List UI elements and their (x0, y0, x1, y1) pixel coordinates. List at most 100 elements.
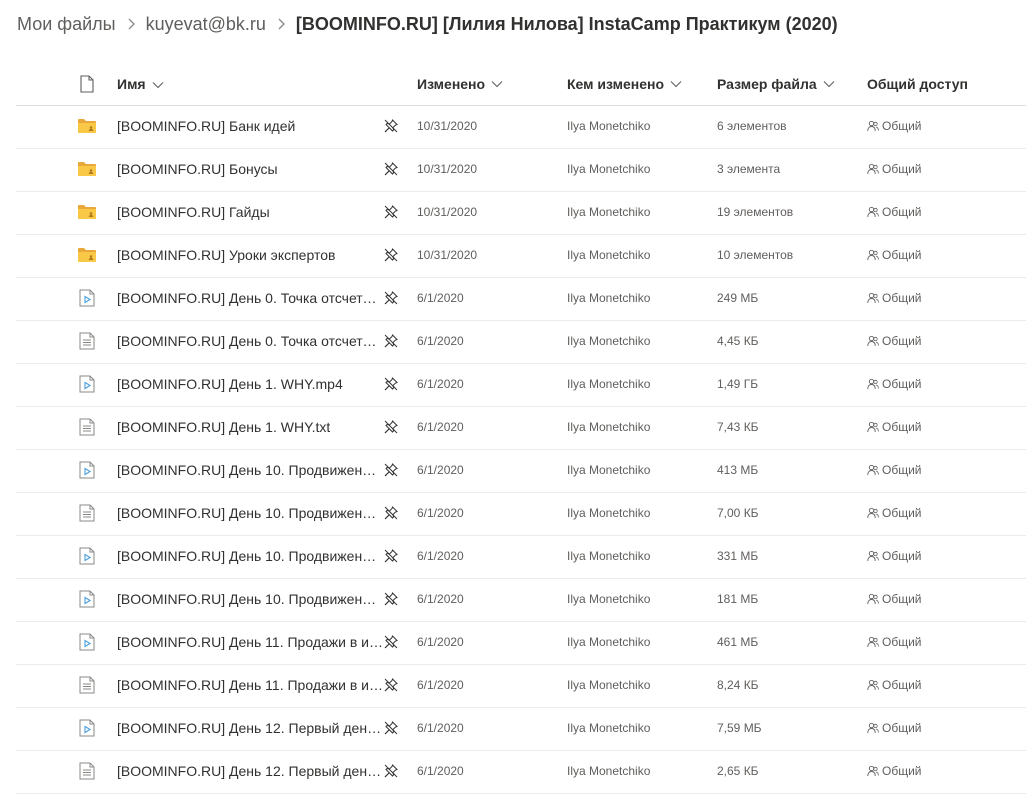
sharing-status[interactable]: Общий (867, 750, 1017, 792)
table-row[interactable]: [BOOMINFO.RU] День 10. Продвижение… 6/1/… (16, 579, 1026, 622)
table-row[interactable]: [BOOMINFO.RU] День 10. Продвижение… 6/1/… (16, 536, 1026, 579)
file-name[interactable]: [BOOMINFO.RU] Гайды (117, 204, 270, 220)
file-name[interactable]: [BOOMINFO.RU] День 11. Продажи в ин… (117, 634, 383, 650)
file-name-cell[interactable]: [BOOMINFO.RU] День 10. Продвижение… (117, 535, 383, 577)
sharing-status[interactable]: Общий (867, 320, 1017, 362)
file-icon[interactable] (76, 63, 98, 105)
file-size: 10 элементов (717, 248, 794, 262)
pin-icon[interactable] (382, 578, 400, 620)
pin-icon[interactable] (382, 105, 400, 147)
file-name[interactable]: [BOOMINFO.RU] День 1. WHY.txt (117, 419, 330, 435)
file-name[interactable]: [BOOMINFO.RU] День 10. Продвижение… (117, 591, 383, 607)
sharing-status[interactable]: Общий (867, 363, 1017, 405)
pin-icon[interactable] (382, 664, 400, 706)
sharing-status[interactable]: Общий (867, 234, 1017, 276)
file-name-cell[interactable]: [BOOMINFO.RU] День 10. Продвижение… (117, 492, 383, 534)
pin-icon[interactable] (382, 191, 400, 233)
column-header-name[interactable]: Имя (117, 63, 383, 105)
file-name-cell[interactable]: [BOOMINFO.RU] Гайды (117, 191, 383, 233)
pin-icon[interactable] (382, 750, 400, 792)
table-row[interactable]: [BOOMINFO.RU] День 0. Точка отсчета.txt … (16, 321, 1026, 364)
file-name[interactable]: [BOOMINFO.RU] Банк идей (117, 118, 295, 134)
table-row[interactable]: [BOOMINFO.RU] День 0. Точка отсчета.… 6/… (16, 278, 1026, 321)
breadcrumb-my-files[interactable]: Мои файлы (17, 14, 116, 35)
file-name[interactable]: [BOOMINFO.RU] День 0. Точка отсчета.… (117, 290, 383, 306)
pin-icon[interactable] (382, 621, 400, 663)
file-name[interactable]: [BOOMINFO.RU] День 10. Продвижение… (117, 462, 383, 478)
table-row[interactable]: [BOOMINFO.RU] День 11. Продажи в ин… 6/1… (16, 665, 1026, 708)
column-header-sharing[interactable]: Общий доступ (867, 63, 1017, 105)
table-row[interactable]: [BOOMINFO.RU] День 12. Первый день I… 6/… (16, 751, 1026, 794)
video-file-icon (76, 535, 98, 577)
sharing-status[interactable]: Общий (867, 449, 1017, 491)
breadcrumb-user-folder[interactable]: kuyevat@bk.ru (146, 14, 266, 35)
file-name[interactable]: [BOOMINFO.RU] День 1. WHY.mp4 (117, 376, 343, 392)
sharing-status[interactable]: Общий (867, 105, 1017, 147)
table-row[interactable]: [BOOMINFO.RU] День 1. WHY.mp4 6/1/2020 I… (16, 364, 1026, 407)
table-row[interactable]: [BOOMINFO.RU] День 10. Продвижение… 6/1/… (16, 493, 1026, 536)
pin-icon[interactable] (382, 234, 400, 276)
file-name[interactable]: [BOOMINFO.RU] День 10. Продвижение… (117, 548, 383, 564)
people-icon (867, 593, 879, 605)
file-size: 7,00 КБ (717, 506, 759, 520)
table-row[interactable]: [BOOMINFO.RU] День 12. Первый день I… 6/… (16, 708, 1026, 751)
table-row[interactable]: [BOOMINFO.RU] Банк идей 10/31/2020 Ilya … (16, 106, 1026, 149)
file-name-cell[interactable]: [BOOMINFO.RU] День 10. Продвижение… (117, 449, 383, 491)
table-row[interactable]: [BOOMINFO.RU] День 1. WHY.txt 6/1/2020 I… (16, 407, 1026, 450)
column-header-modified-by[interactable]: Кем изменено (567, 63, 707, 105)
sharing-status[interactable]: Общий (867, 492, 1017, 534)
file-name-cell[interactable]: [BOOMINFO.RU] День 0. Точка отсчета.txt (117, 320, 383, 362)
pin-icon[interactable] (382, 320, 400, 362)
pin-icon[interactable] (382, 363, 400, 405)
file-name-cell[interactable]: [BOOMINFO.RU] День 12. Первый день I… (117, 750, 383, 792)
file-name[interactable]: [BOOMINFO.RU] День 0. Точка отсчета.txt (117, 333, 383, 349)
file-name-cell[interactable]: [BOOMINFO.RU] День 0. Точка отсчета.… (117, 277, 383, 319)
pin-icon[interactable] (382, 148, 400, 190)
sharing-status[interactable]: Общий (867, 406, 1017, 448)
file-name[interactable]: [BOOMINFO.RU] День 11. Продажи в ин… (117, 677, 383, 693)
file-name-cell[interactable]: [BOOMINFO.RU] День 1. WHY.txt (117, 406, 383, 448)
modified-by: Ilya Monetchiko (567, 162, 651, 176)
table-row[interactable]: [BOOMINFO.RU] Бонусы 10/31/2020 Ilya Mon… (16, 149, 1026, 192)
column-header-size[interactable]: Размер файла (717, 63, 857, 105)
sharing-status[interactable]: Общий (867, 578, 1017, 620)
pin-icon[interactable] (382, 449, 400, 491)
file-name-cell[interactable]: [BOOMINFO.RU] День 11. Продажи в ин… (117, 664, 383, 706)
file-name-cell[interactable]: [BOOMINFO.RU] Уроки экспертов (117, 234, 383, 276)
sharing-status[interactable]: Общий (867, 707, 1017, 749)
file-name[interactable]: [BOOMINFO.RU] День 12. Первый день I… (117, 763, 383, 779)
file-name[interactable]: [BOOMINFO.RU] Уроки экспертов (117, 247, 335, 263)
people-icon (867, 722, 879, 734)
modified-date: 6/1/2020 (417, 592, 464, 606)
table-row[interactable]: [BOOMINFO.RU] Гайды 10/31/2020 Ilya Mone… (16, 192, 1026, 235)
file-name-cell[interactable]: [BOOMINFO.RU] День 1. WHY.mp4 (117, 363, 383, 405)
sharing-status[interactable]: Общий (867, 535, 1017, 577)
text-file-icon (76, 750, 98, 792)
modified-by: Ilya Monetchiko (567, 678, 651, 692)
pin-icon[interactable] (382, 492, 400, 534)
people-icon (867, 206, 879, 218)
pin-icon[interactable] (382, 535, 400, 577)
table-row[interactable]: [BOOMINFO.RU] Уроки экспертов 10/31/2020… (16, 235, 1026, 278)
file-size: 3 элемента (717, 162, 781, 176)
table-row[interactable]: [BOOMINFO.RU] День 11. Продажи в ин… 6/1… (16, 622, 1026, 665)
pin-icon[interactable] (382, 277, 400, 319)
column-header-modified[interactable]: Изменено (417, 63, 557, 105)
sharing-status[interactable]: Общий (867, 621, 1017, 663)
file-name-cell[interactable]: [BOOMINFO.RU] День 11. Продажи в ин… (117, 621, 383, 663)
sharing-status[interactable]: Общий (867, 191, 1017, 233)
table-row[interactable]: [BOOMINFO.RU] День 10. Продвижение… 6/1/… (16, 450, 1026, 493)
file-name[interactable]: [BOOMINFO.RU] Бонусы (117, 161, 278, 177)
file-name-cell[interactable]: [BOOMINFO.RU] Банк идей (117, 105, 383, 147)
sharing-status[interactable]: Общий (867, 277, 1017, 319)
file-name-cell[interactable]: [BOOMINFO.RU] День 12. Первый день I… (117, 707, 383, 749)
file-name-cell[interactable]: [BOOMINFO.RU] День 10. Продвижение… (117, 578, 383, 620)
file-name[interactable]: [BOOMINFO.RU] День 10. Продвижение… (117, 505, 383, 521)
file-name-cell[interactable]: [BOOMINFO.RU] Бонусы (117, 148, 383, 190)
pin-icon[interactable] (382, 707, 400, 749)
file-name[interactable]: [BOOMINFO.RU] День 12. Первый день I… (117, 720, 383, 736)
chevron-down-icon (823, 80, 835, 88)
pin-icon[interactable] (382, 406, 400, 448)
sharing-status[interactable]: Общий (867, 664, 1017, 706)
sharing-status[interactable]: Общий (867, 148, 1017, 190)
